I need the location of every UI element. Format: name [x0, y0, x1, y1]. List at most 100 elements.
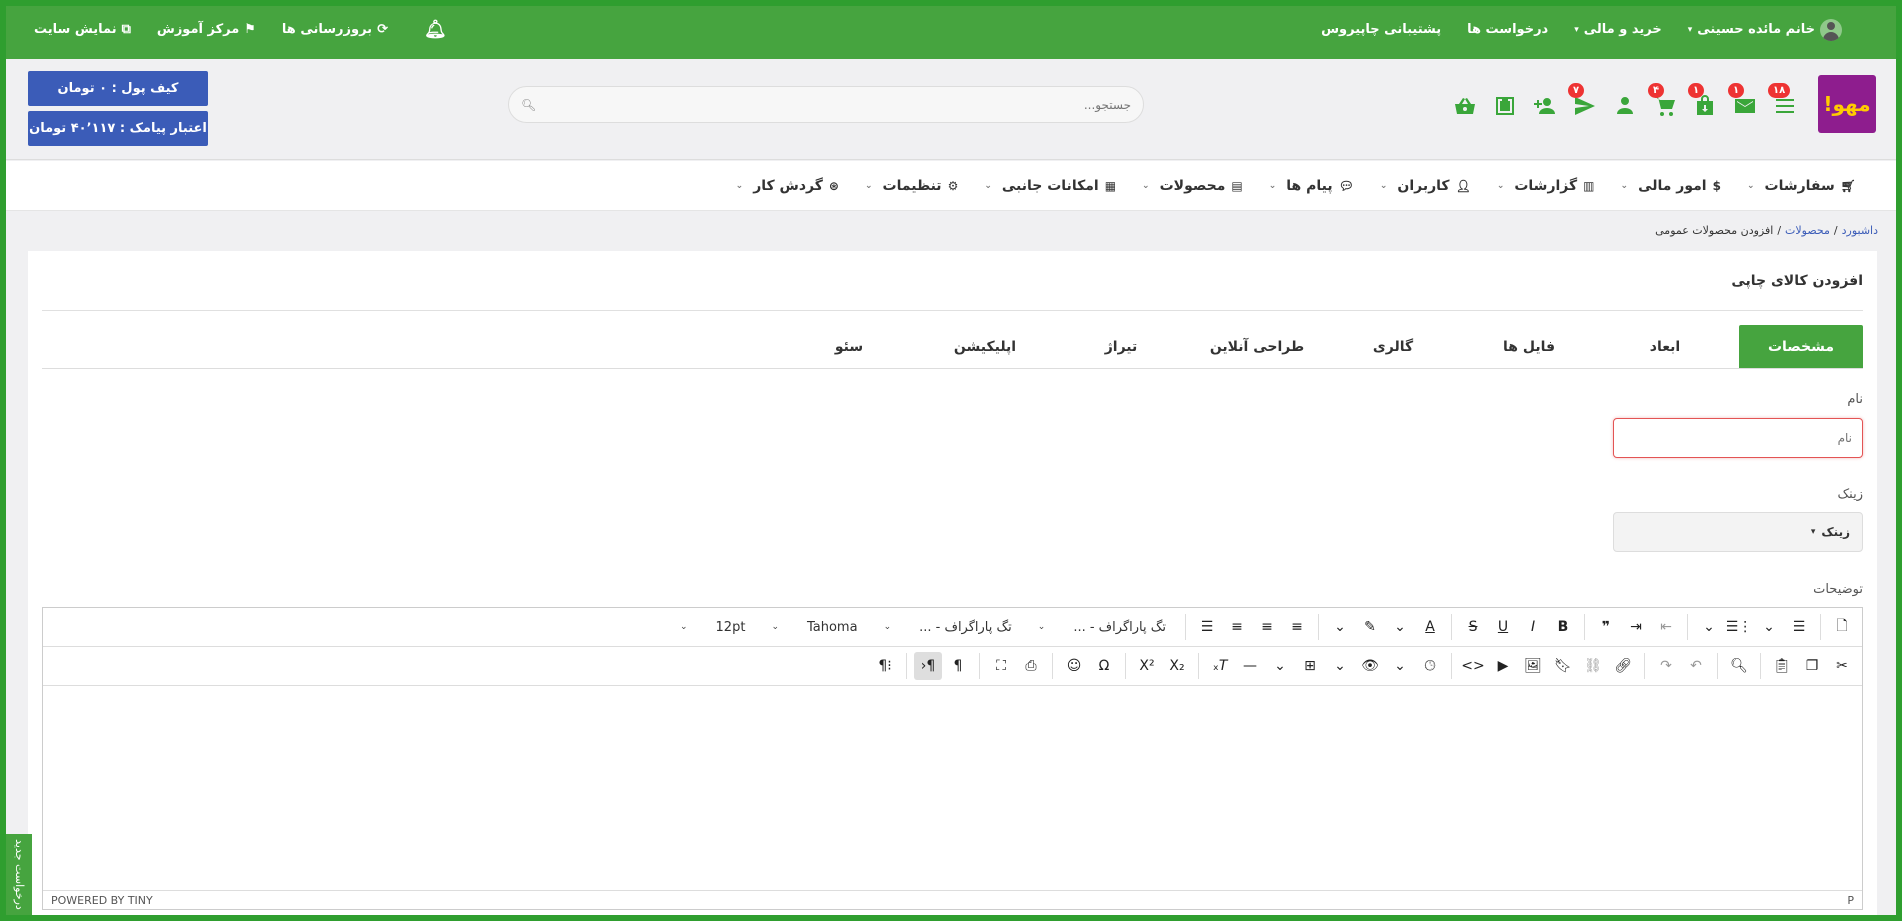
rtl-icon[interactable]: ¶‹ — [914, 652, 942, 680]
cut-icon[interactable]: ✂ — [1828, 652, 1856, 680]
nav-users[interactable]: 👤︎ کاربران ⌄ — [1380, 178, 1471, 194]
messages-button[interactable]: ۱ — [1728, 83, 1758, 119]
superscript-icon[interactable]: X² — [1133, 652, 1161, 680]
requests-link[interactable]: درخواست ها — [1467, 22, 1548, 37]
updates-link[interactable]: ⟳ بروزرسانی ها — [282, 22, 388, 37]
tab-quantity[interactable]: تیراژ — [1059, 325, 1183, 368]
dollar-icon: $ — [1712, 178, 1721, 193]
breadcrumb-dashboard[interactable]: داشبورد — [1842, 224, 1878, 237]
zinc-select[interactable]: زینک ▾ — [1613, 512, 1863, 552]
print-icon[interactable]: ⎙ — [1017, 652, 1045, 680]
name-input[interactable] — [1613, 418, 1863, 458]
indent-icon[interactable]: ⇥ — [1622, 613, 1650, 641]
chevron-down-icon[interactable]: ⌄ — [1266, 652, 1294, 680]
chevron-down-icon[interactable]: ⌄ — [1386, 613, 1414, 641]
show-blocks-icon[interactable]: ⁝¶ — [871, 652, 899, 680]
highlight-icon[interactable]: ✎ — [1356, 613, 1384, 641]
subscript-icon[interactable]: X₂ — [1163, 652, 1191, 680]
table-icon[interactable]: ⊞ — [1296, 652, 1324, 680]
align-right-icon[interactable]: ≡ — [1223, 613, 1251, 641]
image-icon[interactable]: 🖼︎ — [1519, 652, 1547, 680]
view-site-link[interactable]: ⧉ نمایش سایت — [34, 22, 131, 37]
tab-dimensions[interactable]: ابعاد — [1603, 325, 1727, 368]
search-input[interactable] — [544, 97, 1131, 112]
paragraph-tag-select[interactable]: تگ پاراگراف - ... ⌄ — [1026, 613, 1178, 641]
training-link[interactable]: ⚑ مرکز آموزش — [157, 22, 256, 37]
tab-online-design[interactable]: طراحی آنلاین — [1195, 325, 1319, 368]
fullscreen-icon[interactable]: ⛶ — [987, 652, 1015, 680]
nav-addons[interactable]: ▦ امکانات جانبی ⌄ — [984, 178, 1116, 194]
italic-icon[interactable]: I — [1519, 613, 1547, 641]
tab-application[interactable]: اپلیکیشن — [923, 325, 1047, 368]
basket-button[interactable] — [1452, 93, 1478, 119]
chevron-down-icon[interactable]: ⌄ — [1755, 613, 1783, 641]
support-link[interactable]: پشتیبانی چاپیروس — [1321, 22, 1441, 37]
clear-format-icon[interactable]: Tₓ — [1206, 652, 1234, 680]
tab-gallery[interactable]: گالری — [1331, 325, 1455, 368]
wallet-button[interactable]: کیف پول : ۰ تومان — [28, 71, 208, 106]
new-request-tab[interactable]: درخواست جدید — [6, 834, 32, 915]
bookmark-icon[interactable]: 🔖︎ — [1549, 652, 1577, 680]
horizontal-rule-icon[interactable]: — — [1236, 652, 1264, 680]
redo-icon[interactable]: ↷ — [1652, 652, 1680, 680]
nav-messages[interactable]: 💬︎ پیام ها ⌄ — [1269, 178, 1354, 194]
clock-icon[interactable]: 🕒︎ — [1416, 652, 1444, 680]
notifications-button[interactable]: 🔔︎ — [414, 19, 447, 40]
nav-workflow[interactable]: ⊛ گردش کار ⌄ — [736, 178, 839, 194]
code-icon[interactable]: <> — [1459, 652, 1487, 680]
search-icon[interactable]: 🔍︎ — [521, 98, 536, 112]
emoji-icon[interactable]: ☺ — [1060, 652, 1088, 680]
downloads-button[interactable]: ۱ — [1688, 83, 1718, 119]
align-center-icon[interactable]: ≡ — [1253, 613, 1281, 641]
special-char-icon[interactable]: Ω — [1090, 652, 1118, 680]
outdent-icon[interactable]: ⇤ — [1652, 613, 1680, 641]
search-icon[interactable]: 🔍︎ — [1725, 652, 1753, 680]
nav-reports[interactable]: ▥ گزارشات ⌄ — [1497, 178, 1595, 194]
tab-files[interactable]: فایل ها — [1467, 325, 1591, 368]
new-document-icon[interactable]: 🗋 — [1828, 613, 1856, 641]
chevron-down-icon[interactable]: ⌄ — [1326, 652, 1354, 680]
align-justify-icon[interactable]: ☰ — [1193, 613, 1221, 641]
import-button[interactable] — [1492, 93, 1518, 119]
paste-icon[interactable]: 📋︎ — [1768, 652, 1796, 680]
underline-icon[interactable]: U — [1489, 613, 1517, 641]
chevron-down-icon[interactable]: ⌄ — [1386, 652, 1414, 680]
finance-menu[interactable]: خرید و مالی ▾ — [1574, 22, 1661, 37]
tab-seo[interactable]: سئو — [787, 325, 911, 368]
numbered-list-icon[interactable]: ⋮☰ — [1725, 613, 1753, 641]
blockquote-icon[interactable]: ❞ — [1592, 613, 1620, 641]
breadcrumb-products[interactable]: محصولات — [1785, 224, 1830, 237]
bold-icon[interactable]: B — [1549, 613, 1577, 641]
cart-button[interactable]: ۴ — [1648, 83, 1678, 119]
user-menu[interactable]: خانم مائده حسینی ▾ — [1688, 18, 1842, 41]
nav-finance[interactable]: $ امور مالی ⌄ — [1621, 178, 1721, 194]
sms-credit-button[interactable]: اعتبار پیامک : ۴۰٬۱۱۷ تومان — [28, 111, 208, 146]
editor-content-area[interactable] — [43, 686, 1862, 889]
logo[interactable]: مهو! — [1818, 75, 1876, 133]
strikethrough-icon[interactable]: S — [1459, 613, 1487, 641]
add-user-button[interactable] — [1532, 93, 1558, 119]
chevron-down-icon[interactable]: ⌄ — [1695, 613, 1723, 641]
tab-specs[interactable]: مشخصات — [1739, 325, 1863, 368]
chevron-down-icon[interactable]: ⌄ — [1326, 613, 1354, 641]
media-icon[interactable]: ▶ — [1489, 652, 1517, 680]
unlink-icon[interactable]: ⛓ — [1579, 652, 1607, 680]
nav-products[interactable]: ▤ محصولات ⌄ — [1142, 178, 1243, 194]
nav-orders[interactable]: 🛒︎ سفارشات ⌄ — [1747, 178, 1856, 194]
profile-button[interactable] — [1612, 93, 1638, 119]
font-family-select[interactable]: Tahoma ⌄ — [759, 613, 869, 641]
nav-settings[interactable]: ⚙ تنظیمات ⌄ — [865, 178, 958, 194]
orders-list-button[interactable]: ۱۸ — [1768, 83, 1798, 119]
send-button[interactable]: ۷ — [1568, 83, 1598, 119]
bullet-list-icon[interactable]: ☰ — [1785, 613, 1813, 641]
undo-icon[interactable]: ↶ — [1682, 652, 1710, 680]
ltr-icon[interactable]: ¶ — [944, 652, 972, 680]
link-icon[interactable]: 🔗︎ — [1609, 652, 1637, 680]
text-color-icon[interactable]: A — [1416, 613, 1444, 641]
copy-icon[interactable]: ❐ — [1798, 652, 1826, 680]
preview-eye-icon[interactable]: 👁︎ — [1356, 652, 1384, 680]
align-left-icon[interactable]: ≡ — [1283, 613, 1311, 641]
paragraph-tag-select-2[interactable]: تگ پاراگراف - ... ⌄ — [872, 613, 1024, 641]
chevron-down-icon: ⌄ — [1268, 180, 1277, 191]
font-size-select[interactable]: 12pt ⌄ — [668, 613, 757, 641]
